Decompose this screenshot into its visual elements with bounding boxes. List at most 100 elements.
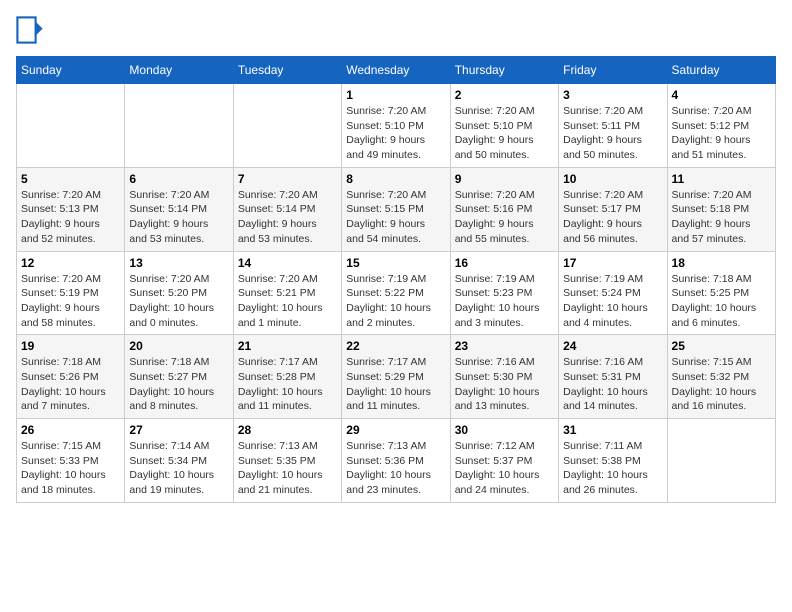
day-info: Sunrise: 7:20 AM Sunset: 5:11 PM Dayligh… (563, 104, 662, 163)
day-number: 17 (563, 256, 662, 270)
day-info: Sunrise: 7:16 AM Sunset: 5:31 PM Dayligh… (563, 355, 662, 414)
day-cell-28: 28 Sunrise: 7:13 AM Sunset: 5:35 PM Dayli… (233, 419, 341, 503)
weekday-header-friday: Friday (559, 57, 667, 84)
day-cell-30: 30 Sunrise: 7:12 AM Sunset: 5:37 PM Dayli… (450, 419, 558, 503)
day-info: Sunrise: 7:20 AM Sunset: 5:14 PM Dayligh… (238, 188, 337, 247)
day-info: Sunrise: 7:20 AM Sunset: 5:20 PM Dayligh… (129, 272, 228, 331)
day-number: 6 (129, 172, 228, 186)
day-cell-3: 3 Sunrise: 7:20 AM Sunset: 5:11 PM Daylig… (559, 84, 667, 168)
day-info: Sunrise: 7:20 AM Sunset: 5:10 PM Dayligh… (455, 104, 554, 163)
week-row-4: 19Sunrise: 7:18 AM Sunset: 5:26 PM Dayli… (17, 335, 776, 419)
day-cell-15: 15 Sunrise: 7:19 AM Sunset: 5:22 PM Dayli… (342, 251, 450, 335)
day-number: 4 (672, 88, 771, 102)
day-cell-1: 1 Sunrise: 7:20 AM Sunset: 5:10 PM Daylig… (342, 84, 450, 168)
day-cell-22: 22 Sunrise: 7:17 AM Sunset: 5:29 PM Dayli… (342, 335, 450, 419)
day-number: 14 (238, 256, 337, 270)
day-cell-2: 2 Sunrise: 7:20 AM Sunset: 5:10 PM Daylig… (450, 84, 558, 168)
day-info: Sunrise: 7:18 AM Sunset: 5:25 PM Dayligh… (672, 272, 771, 331)
day-number: 22 (346, 339, 445, 353)
day-cell-24: 24 Sunrise: 7:16 AM Sunset: 5:31 PM Dayli… (559, 335, 667, 419)
day-info: Sunrise: 7:11 AM Sunset: 5:38 PM Dayligh… (563, 439, 662, 498)
day-number: 19 (21, 339, 120, 353)
day-number: 29 (346, 423, 445, 437)
day-cell-9: 9 Sunrise: 7:20 AM Sunset: 5:16 PM Daylig… (450, 167, 558, 251)
day-number: 3 (563, 88, 662, 102)
day-number: 31 (563, 423, 662, 437)
day-cell-8: 8 Sunrise: 7:20 AM Sunset: 5:15 PM Daylig… (342, 167, 450, 251)
day-number: 20 (129, 339, 228, 353)
day-info: Sunrise: 7:17 AM Sunset: 5:28 PM Dayligh… (238, 355, 337, 414)
day-number: 27 (129, 423, 228, 437)
day-cell-6: 6 Sunrise: 7:20 AM Sunset: 5:14 PM Daylig… (125, 167, 233, 251)
logo-icon (16, 16, 44, 44)
week-row-2: 5 Sunrise: 7:20 AM Sunset: 5:13 PM Daylig… (17, 167, 776, 251)
header (16, 16, 776, 44)
day-cell-19: 19Sunrise: 7:18 AM Sunset: 5:26 PM Dayli… (17, 335, 125, 419)
day-info: Sunrise: 7:14 AM Sunset: 5:34 PM Dayligh… (129, 439, 228, 498)
day-cell-26: 26Sunrise: 7:15 AM Sunset: 5:33 PM Dayli… (17, 419, 125, 503)
day-number: 10 (563, 172, 662, 186)
day-number: 8 (346, 172, 445, 186)
day-cell-27: 27 Sunrise: 7:14 AM Sunset: 5:34 PM Dayli… (125, 419, 233, 503)
day-cell-23: 23 Sunrise: 7:16 AM Sunset: 5:30 PM Dayli… (450, 335, 558, 419)
day-number: 15 (346, 256, 445, 270)
day-info: Sunrise: 7:20 AM Sunset: 5:18 PM Dayligh… (672, 188, 771, 247)
day-info: Sunrise: 7:12 AM Sunset: 5:37 PM Dayligh… (455, 439, 554, 498)
day-cell-29: 29 Sunrise: 7:13 AM Sunset: 5:36 PM Dayli… (342, 419, 450, 503)
day-number: 23 (455, 339, 554, 353)
day-number: 30 (455, 423, 554, 437)
day-info: Sunrise: 7:18 AM Sunset: 5:27 PM Dayligh… (129, 355, 228, 414)
page-container: SundayMondayTuesdayWednesdayThursdayFrid… (0, 0, 792, 511)
day-number: 16 (455, 256, 554, 270)
day-info: Sunrise: 7:20 AM Sunset: 5:19 PM Dayligh… (21, 272, 120, 331)
day-number: 12 (21, 256, 120, 270)
day-info: Sunrise: 7:15 AM Sunset: 5:33 PM Dayligh… (21, 439, 120, 498)
day-info: Sunrise: 7:20 AM Sunset: 5:16 PM Dayligh… (455, 188, 554, 247)
day-info: Sunrise: 7:20 AM Sunset: 5:13 PM Dayligh… (21, 188, 120, 247)
day-cell-17: 17Sunrise: 7:19 AM Sunset: 5:24 PM Dayli… (559, 251, 667, 335)
empty-cell (125, 84, 233, 168)
empty-cell (233, 84, 341, 168)
day-cell-10: 10 Sunrise: 7:20 AM Sunset: 5:17 PM Dayli… (559, 167, 667, 251)
day-number: 21 (238, 339, 337, 353)
day-number: 2 (455, 88, 554, 102)
day-info: Sunrise: 7:13 AM Sunset: 5:35 PM Dayligh… (238, 439, 337, 498)
day-info: Sunrise: 7:16 AM Sunset: 5:30 PM Dayligh… (455, 355, 554, 414)
week-row-1: 1 Sunrise: 7:20 AM Sunset: 5:10 PM Daylig… (17, 84, 776, 168)
weekday-header-thursday: Thursday (450, 57, 558, 84)
day-number: 1 (346, 88, 445, 102)
weekday-header-sunday: Sunday (17, 57, 125, 84)
day-info: Sunrise: 7:17 AM Sunset: 5:29 PM Dayligh… (346, 355, 445, 414)
day-info: Sunrise: 7:20 AM Sunset: 5:14 PM Dayligh… (129, 188, 228, 247)
day-number: 5 (21, 172, 120, 186)
day-number: 11 (672, 172, 771, 186)
day-info: Sunrise: 7:20 AM Sunset: 5:17 PM Dayligh… (563, 188, 662, 247)
day-number: 9 (455, 172, 554, 186)
day-cell-18: 18 Sunrise: 7:18 AM Sunset: 5:25 PM Dayli… (667, 251, 775, 335)
day-number: 18 (672, 256, 771, 270)
day-cell-16: 16 Sunrise: 7:19 AM Sunset: 5:23 PM Dayli… (450, 251, 558, 335)
day-info: Sunrise: 7:20 AM Sunset: 5:21 PM Dayligh… (238, 272, 337, 331)
day-info: Sunrise: 7:20 AM Sunset: 5:15 PM Dayligh… (346, 188, 445, 247)
empty-cell (667, 419, 775, 503)
day-cell-25: 25Sunrise: 7:15 AM Sunset: 5:32 PM Dayli… (667, 335, 775, 419)
day-info: Sunrise: 7:20 AM Sunset: 5:10 PM Dayligh… (346, 104, 445, 163)
day-info: Sunrise: 7:19 AM Sunset: 5:22 PM Dayligh… (346, 272, 445, 331)
day-number: 28 (238, 423, 337, 437)
weekday-header-tuesday: Tuesday (233, 57, 341, 84)
day-cell-31: 31 Sunrise: 7:11 AM Sunset: 5:38 PM Dayli… (559, 419, 667, 503)
day-cell-12: 12 Sunrise: 7:20 AM Sunset: 5:19 PM Dayli… (17, 251, 125, 335)
day-number: 24 (563, 339, 662, 353)
day-cell-13: 13 Sunrise: 7:20 AM Sunset: 5:20 PM Dayli… (125, 251, 233, 335)
day-info: Sunrise: 7:19 AM Sunset: 5:23 PM Dayligh… (455, 272, 554, 331)
day-cell-20: 20 Sunrise: 7:18 AM Sunset: 5:27 PM Dayli… (125, 335, 233, 419)
day-cell-21: 21 Sunrise: 7:17 AM Sunset: 5:28 PM Dayli… (233, 335, 341, 419)
weekday-header-wednesday: Wednesday (342, 57, 450, 84)
day-info: Sunrise: 7:15 AM Sunset: 5:32 PM Dayligh… (672, 355, 771, 414)
day-info: Sunrise: 7:13 AM Sunset: 5:36 PM Dayligh… (346, 439, 445, 498)
day-number: 13 (129, 256, 228, 270)
weekday-header-monday: Monday (125, 57, 233, 84)
empty-cell (17, 84, 125, 168)
week-row-3: 12 Sunrise: 7:20 AM Sunset: 5:19 PM Dayli… (17, 251, 776, 335)
day-cell-14: 14 Sunrise: 7:20 AM Sunset: 5:21 PM Dayli… (233, 251, 341, 335)
